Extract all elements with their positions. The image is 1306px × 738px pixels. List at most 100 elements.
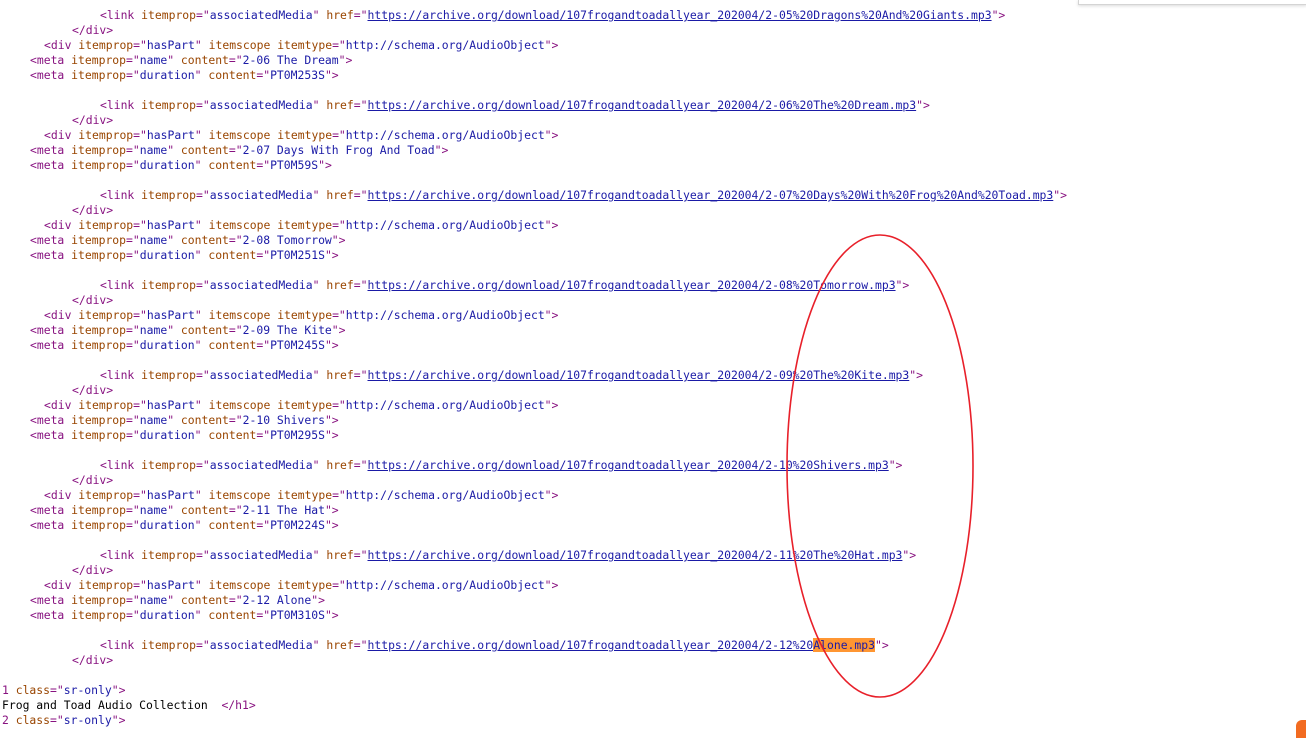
attribute-name: itemprop xyxy=(71,248,127,262)
source-line: <meta itemprop="name" content="2-10 Shiv… xyxy=(30,413,339,428)
tag-markup: "> xyxy=(916,98,930,112)
attribute-name: content xyxy=(208,428,257,442)
tag-markup: =" xyxy=(228,413,243,427)
attribute-value: 2-07 Days With Frog And Toad xyxy=(242,143,435,157)
audio-file-link[interactable]: https://archive.org/download/107frogandt… xyxy=(368,458,889,472)
tag-markup: =" xyxy=(126,593,140,607)
tag-markup: " xyxy=(167,323,181,337)
tag-markup: " xyxy=(167,593,181,607)
tag-markup: <div xyxy=(44,218,79,232)
source-line: <meta itemprop="name" content="2-06 The … xyxy=(30,53,352,68)
tag-markup: " xyxy=(312,278,327,292)
audio-file-link[interactable]: https://archive.org/download/107frogandt… xyxy=(368,638,814,652)
attribute-name: itemprop xyxy=(71,323,127,337)
tag-markup: <meta xyxy=(30,518,72,532)
attribute-value: associatedMedia xyxy=(209,98,313,112)
tag-markup: "> xyxy=(111,683,126,697)
tag-markup: <div xyxy=(44,128,79,142)
attribute-name: itemprop xyxy=(71,233,127,247)
tag-markup: =" xyxy=(228,143,243,157)
tag-markup: "> xyxy=(902,548,917,562)
tag-markup: " xyxy=(194,128,209,142)
source-line: </div> xyxy=(72,473,113,488)
source-line: <meta itemprop="duration" content="PT0M2… xyxy=(30,68,339,83)
tag-markup: "> xyxy=(338,53,353,67)
attribute-value: 2-11 The Hat xyxy=(242,503,325,517)
tag-markup: =" xyxy=(353,188,368,202)
audio-file-link[interactable]: https://archive.org/download/107frogandt… xyxy=(368,548,903,562)
attribute-value: name xyxy=(139,53,168,67)
tag-markup: "> xyxy=(324,338,339,352)
attribute-value: PT0M224S xyxy=(270,518,325,532)
tag-markup: "> xyxy=(909,368,923,382)
audio-file-link[interactable]: https://archive.org/download/107frogandt… xyxy=(368,188,1054,202)
attribute-name: itemprop xyxy=(71,593,127,607)
audio-file-link[interactable]: https://archive.org/download/107frogandt… xyxy=(368,368,910,382)
tag-markup: <meta xyxy=(30,143,72,157)
tag-markup: " xyxy=(167,143,181,157)
attribute-name: itemprop xyxy=(78,488,134,502)
tag-markup: 1 xyxy=(2,683,16,697)
attribute-value: hasPart xyxy=(146,38,195,52)
tag-markup: =" xyxy=(126,338,140,352)
tag-markup: " xyxy=(194,308,209,322)
source-line: <div itemprop="hasPart" itemscope itemty… xyxy=(44,128,558,143)
tag-markup: <meta xyxy=(30,158,72,172)
attribute-value: associatedMedia xyxy=(209,8,313,22)
source-line: <link itemprop="associatedMedia" href="h… xyxy=(100,188,1067,203)
attribute-value: associatedMedia xyxy=(209,638,313,652)
tag-markup: =" xyxy=(133,128,147,142)
tag-markup: =" xyxy=(196,278,210,292)
attribute-name: content xyxy=(208,338,257,352)
tag-markup: <meta xyxy=(30,233,72,247)
tag-markup: " xyxy=(194,338,209,352)
attribute-name: content xyxy=(180,233,229,247)
tag-markup: <link xyxy=(100,548,142,562)
attribute-name: itemprop xyxy=(141,98,197,112)
tag-markup: " xyxy=(194,488,209,502)
tag-markup: <meta xyxy=(30,338,72,352)
tag-markup: <link xyxy=(100,368,142,382)
attribute-value: duration xyxy=(139,68,195,82)
attribute-value: PT0M295S xyxy=(270,428,325,442)
tag-markup: =" xyxy=(126,608,140,622)
tag-markup: <meta xyxy=(30,53,72,67)
audio-file-link[interactable]: https://archive.org/download/107frogandt… xyxy=(368,98,917,112)
tag-markup: " xyxy=(312,458,327,472)
tag-markup: =" xyxy=(126,53,140,67)
tag-markup: =" xyxy=(126,428,140,442)
tag-markup: =" xyxy=(196,638,210,652)
source-line: 2 class="sr-only"> xyxy=(2,713,125,728)
tag-markup: </div> xyxy=(72,473,114,487)
attribute-name: content xyxy=(180,503,229,517)
attribute-value: associatedMedia xyxy=(209,278,313,292)
attribute-value: http://schema.org/AudioObject xyxy=(345,38,545,52)
tag-markup: =" xyxy=(196,188,210,202)
attribute-value: duration xyxy=(139,518,195,532)
tag-markup: " xyxy=(312,368,327,382)
tag-markup: =" xyxy=(332,488,346,502)
attribute-value: hasPart xyxy=(146,488,195,502)
tag-markup: =" xyxy=(196,98,210,112)
tag-markup: =" xyxy=(133,398,147,412)
browser-extension-icon[interactable] xyxy=(1296,720,1306,738)
attribute-name: content xyxy=(208,608,257,622)
attribute-value: hasPart xyxy=(146,308,195,322)
source-line: <meta itemprop="duration" content="PT0M2… xyxy=(30,428,339,443)
attribute-value: PT0M251S xyxy=(270,248,325,262)
tag-markup: =" xyxy=(50,713,64,727)
tag-markup: =" xyxy=(133,38,147,52)
audio-file-link[interactable]: https://archive.org/download/107frogandt… xyxy=(368,8,992,22)
tag-markup: "> xyxy=(324,503,339,517)
tag-markup: "> xyxy=(991,8,1006,22)
tag-markup: <link xyxy=(100,188,142,202)
tag-markup: </div> xyxy=(72,293,114,307)
attribute-name: itemprop xyxy=(141,638,197,652)
audio-file-link[interactable]: https://archive.org/download/107frogandt… xyxy=(368,278,896,292)
attribute-name: href xyxy=(326,458,354,472)
attribute-name: content xyxy=(208,248,257,262)
attribute-value: http://schema.org/AudioObject xyxy=(345,308,545,322)
source-line: <div itemprop="hasPart" itemscope itemty… xyxy=(44,578,558,593)
attribute-value: name xyxy=(139,413,168,427)
source-line: <div itemprop="hasPart" itemscope itemty… xyxy=(44,308,558,323)
